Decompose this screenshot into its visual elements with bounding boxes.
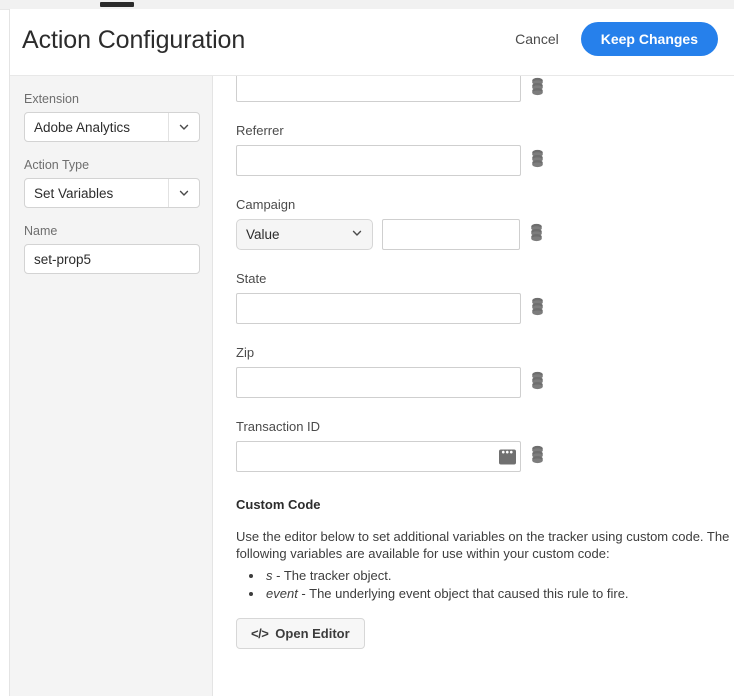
- chevron-down-icon: [351, 227, 363, 242]
- field-row-state: [236, 293, 721, 324]
- open-editor-button[interactable]: </> Open Editor: [236, 618, 365, 649]
- extension-select-value: Adobe Analytics: [25, 113, 168, 141]
- open-editor-label: Open Editor: [275, 626, 349, 641]
- extension-label: Extension: [24, 92, 198, 107]
- variable-name-event: event: [266, 586, 298, 601]
- chevron-down-icon: [168, 179, 199, 207]
- transaction-id-input-wrapper: •••: [236, 441, 521, 472]
- state-label: State: [236, 271, 721, 287]
- panel-header: Action Configuration Cancel Keep Changes: [10, 9, 734, 76]
- transaction-id-input[interactable]: [236, 441, 521, 472]
- ellipsis-button-icon[interactable]: •••: [499, 449, 516, 464]
- field-row-transaction-id: •••: [236, 441, 721, 472]
- custom-code-title: Custom Code: [236, 497, 721, 512]
- referrer-input[interactable]: [236, 145, 521, 176]
- database-icon[interactable]: [529, 223, 544, 247]
- chevron-down-icon: [168, 113, 199, 141]
- action-type-label: Action Type: [24, 158, 198, 173]
- field-row-referrer: [236, 145, 721, 176]
- custom-code-description: Use the editor below to set additional v…: [236, 528, 732, 562]
- header-actions: Cancel Keep Changes: [509, 22, 718, 56]
- database-icon[interactable]: [530, 297, 545, 321]
- name-label: Name: [24, 224, 198, 239]
- zip-label: Zip: [236, 345, 721, 361]
- configuration-main: Referrer: [214, 76, 734, 696]
- extension-select[interactable]: Adobe Analytics: [24, 112, 200, 142]
- code-icon: </>: [251, 626, 268, 641]
- transaction-id-label: Transaction ID: [236, 419, 721, 435]
- action-type-select[interactable]: Set Variables: [24, 178, 200, 208]
- database-icon[interactable]: [530, 149, 545, 173]
- panel-body: Extension Adobe Analytics Action Type Se…: [10, 76, 734, 696]
- campaign-label: Campaign: [236, 197, 721, 213]
- campaign-type-select[interactable]: Value: [236, 219, 373, 250]
- campaign-type-value: Value: [246, 227, 351, 242]
- name-field-group: Name: [24, 224, 198, 274]
- keep-changes-button[interactable]: Keep Changes: [581, 22, 718, 56]
- database-icon[interactable]: [530, 445, 545, 469]
- clipped-text-input[interactable]: [236, 76, 521, 102]
- database-icon[interactable]: [530, 77, 545, 101]
- field-row-campaign: Value: [236, 219, 721, 250]
- action-configuration-panel: Action Configuration Cancel Keep Changes…: [9, 9, 734, 696]
- field-row-clipped: [236, 76, 721, 102]
- action-type-field-group: Action Type Set Variables: [24, 158, 198, 208]
- cancel-button[interactable]: Cancel: [509, 23, 565, 55]
- variable-desc-s: - The tracker object.: [273, 568, 392, 583]
- name-input[interactable]: [24, 244, 200, 274]
- state-input[interactable]: [236, 293, 521, 324]
- page-title: Action Configuration: [22, 26, 245, 55]
- action-type-select-value: Set Variables: [25, 179, 168, 207]
- extension-field-group: Extension Adobe Analytics: [24, 92, 198, 142]
- active-tab-indicator[interactable]: [100, 2, 134, 7]
- list-item: s - The tracker object.: [264, 567, 721, 585]
- database-icon[interactable]: [530, 371, 545, 395]
- zip-input[interactable]: [236, 367, 521, 398]
- configuration-sidebar: Extension Adobe Analytics Action Type Se…: [10, 76, 213, 696]
- referrer-label: Referrer: [236, 123, 721, 139]
- campaign-value-input[interactable]: [382, 219, 520, 250]
- variable-desc-event: - The underlying event object that cause…: [298, 586, 629, 601]
- list-item: event - The underlying event object that…: [264, 585, 721, 603]
- custom-code-variable-list: s - The tracker object. event - The unde…: [236, 567, 721, 603]
- field-row-zip: [236, 367, 721, 398]
